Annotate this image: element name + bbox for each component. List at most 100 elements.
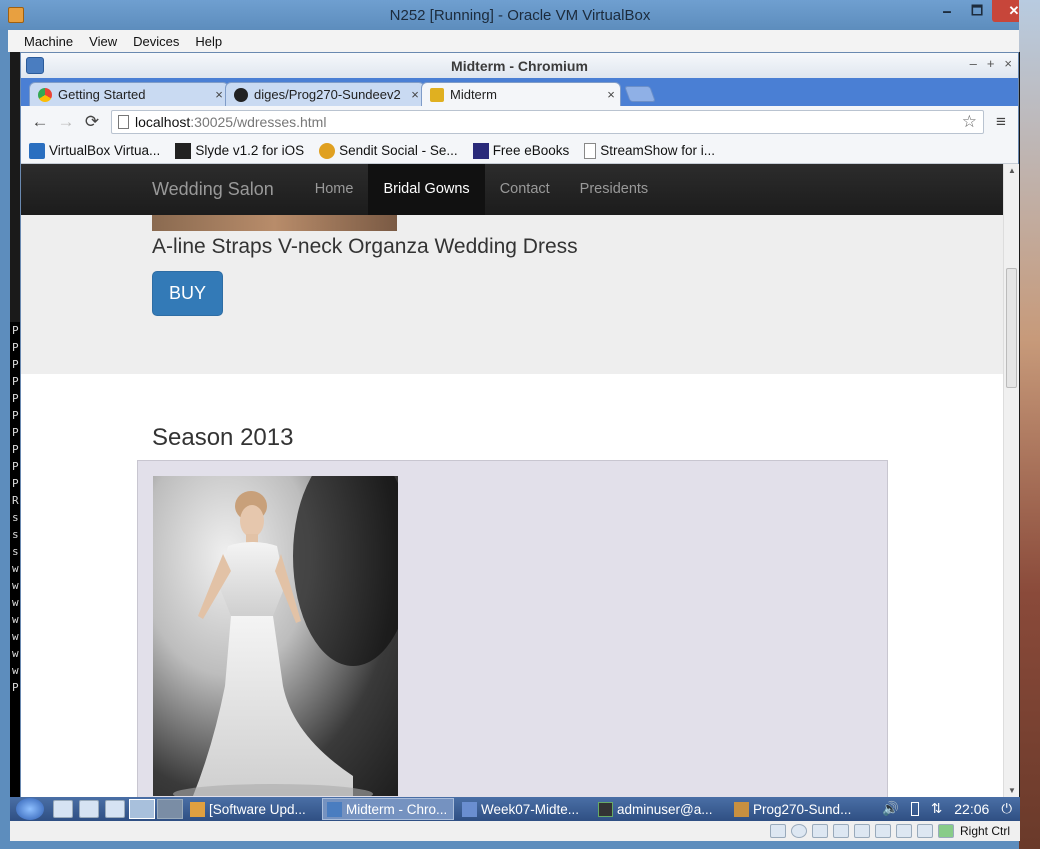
sendit-bookmark-icon [319, 142, 336, 159]
file-manager-icon[interactable] [53, 800, 73, 818]
task-prog270[interactable]: Prog270-Sund... [730, 798, 862, 820]
slyde-bookmark-icon [175, 142, 192, 159]
chromium-titlebar: Midterm - Chromium – + × [21, 53, 1018, 78]
page-scrollbar[interactable]: ▲ ▼ [1003, 164, 1019, 797]
chromium-window-title: Midterm - Chromium [451, 57, 588, 74]
menu-machine[interactable]: Machine [16, 34, 81, 49]
tab-getting-started[interactable]: Getting Started × [29, 82, 229, 106]
menu-help[interactable]: Help [187, 34, 230, 49]
volume-icon[interactable]: 🔊 [882, 801, 899, 817]
system-tray: 🔊 ⇅ 22:06 ⏻ [882, 801, 1020, 817]
workspace-1[interactable] [129, 799, 155, 819]
task-midterm-chromium[interactable]: Midterm - Chro... [322, 798, 454, 820]
address-bar[interactable]: localhost :30025/wdresses.html ☆ [111, 110, 984, 134]
scroll-down-icon[interactable]: ▼ [1004, 784, 1020, 797]
scroll-up-icon[interactable]: ▲ [1004, 164, 1020, 178]
power-icon[interactable]: ⏻ [1001, 801, 1012, 817]
back-button[interactable]: ← [27, 112, 53, 132]
featured-dress-image [152, 215, 397, 231]
bookmark-label: Free eBooks [492, 143, 570, 158]
tab-github[interactable]: diges/Prog270-Sundeev2 × [225, 82, 425, 106]
network-adapter-icon[interactable] [832, 824, 849, 838]
chrome-favicon-icon [38, 87, 52, 102]
vbox-status-bar: Right Ctrl [10, 821, 1020, 841]
chromium-window-controls: – + × [970, 56, 1012, 71]
bookmark-label: VirtualBox Virtua... [49, 143, 161, 158]
vbox-window-title: N252 [Running] - Oracle VM VirtualBox [389, 6, 651, 24]
chromium-maximize-button[interactable]: + [987, 56, 995, 71]
hard-disk-icon[interactable] [769, 824, 786, 838]
guest-screen: P P P P P P P P P P R s s s w w w w w w … [10, 52, 1020, 797]
mouse-integration-icon[interactable] [916, 824, 933, 838]
terminal-icon [598, 801, 613, 817]
nav-presidents[interactable]: Presidents [565, 164, 664, 215]
bookmark-label: Sendit Social - Se... [339, 143, 458, 158]
workspace-2[interactable] [157, 799, 183, 819]
bookmark-star-icon[interactable]: ☆ [962, 112, 977, 132]
page-viewport: Wedding Salon Home Bridal Gowns Contact … [21, 164, 1003, 797]
menu-devices[interactable]: Devices [125, 34, 187, 49]
featured-dress-section: A-line Straps V-neck Organza Wedding Dre… [21, 215, 1003, 374]
bookmark-slyde[interactable]: Slyde v1.2 for iOS [175, 142, 305, 159]
bookmark-label: Slyde v1.2 for iOS [195, 143, 305, 158]
task-label: Midterm - Chro... [346, 801, 448, 817]
bookmark-free-ebooks[interactable]: Free eBooks [472, 142, 570, 159]
tab-label: diges/Prog270-Sundeev2 [254, 87, 401, 102]
host-key-label: Right Ctrl [959, 824, 1010, 838]
tab-label: Midterm [450, 87, 497, 102]
show-desktop-icon[interactable] [105, 800, 125, 818]
optical-drive-icon[interactable] [790, 824, 807, 838]
chromium-minimize-button[interactable]: – [970, 56, 977, 71]
reload-button[interactable]: ⟳ [79, 112, 105, 132]
task-week07-folder[interactable]: Week07-Midte... [458, 798, 590, 820]
task-label: [Software Upd... [209, 801, 306, 817]
bookmark-streamshow[interactable]: StreamShow for i... [584, 142, 715, 159]
scroll-thumb[interactable] [1006, 268, 1017, 388]
bookmarks-bar: VirtualBox Virtua... Slyde v1.2 for iOS … [21, 138, 1018, 164]
task-label: Week07-Midte... [481, 801, 580, 817]
start-menu-button[interactable] [16, 798, 44, 820]
github-favicon-icon [234, 87, 248, 102]
menu-view[interactable]: View [81, 34, 125, 49]
season-gallery [137, 460, 888, 797]
vbox-minimize-button[interactable]: 🗕 [932, 0, 962, 22]
host-desktop-background [1019, 0, 1040, 849]
video-capture-icon[interactable] [895, 824, 912, 838]
package-icon [734, 801, 749, 817]
clock[interactable]: 22:06 [954, 801, 989, 817]
site-navbar: Wedding Salon Home Bridal Gowns Contact … [21, 164, 1003, 215]
site-brand[interactable]: Wedding Salon [152, 179, 274, 200]
forward-button[interactable]: → [53, 112, 79, 132]
task-software-updater[interactable]: [Software Upd... [186, 798, 318, 820]
tab-close-icon[interactable]: × [602, 87, 620, 102]
tabstrip: Getting Started × diges/Prog270-Sundeev2… [21, 78, 1018, 106]
buy-button[interactable]: BUY [152, 271, 223, 316]
virtualbox-bookmark-icon [29, 142, 45, 159]
nav-contact[interactable]: Contact [485, 164, 565, 215]
season-heading: Season 2013 [152, 424, 294, 451]
nav-bridal-gowns[interactable]: Bridal Gowns [368, 164, 485, 215]
bookmark-sendit[interactable]: Sendit Social - Se... [319, 142, 458, 159]
shared-folders-icon[interactable] [853, 824, 870, 838]
tab-midterm[interactable]: Midterm × [421, 82, 621, 106]
chromium-app-icon[interactable] [26, 57, 44, 74]
display-icon[interactable] [874, 824, 891, 838]
updater-icon [190, 801, 205, 817]
host-key-icon[interactable] [937, 824, 954, 838]
vbox-maximize-button[interactable]: 🗖 [962, 0, 992, 22]
new-tab-button[interactable] [624, 86, 656, 102]
url-path: :30025/wdresses.html [190, 114, 327, 130]
chromium-close-button[interactable]: × [1004, 56, 1012, 71]
vbox-menubar: Machine View Devices Help [8, 30, 1032, 52]
chrome-menu-button[interactable]: ≡ [990, 112, 1012, 132]
network-icon[interactable]: ⇅ [931, 801, 942, 817]
task-label: adminuser@a... [617, 801, 713, 817]
task-terminal[interactable]: adminuser@a... [594, 798, 726, 820]
settings-icon[interactable] [79, 800, 99, 818]
usb-icon[interactable] [811, 824, 828, 838]
dress-photo[interactable] [153, 476, 398, 796]
bookmark-virtualbox[interactable]: VirtualBox Virtua... [29, 142, 161, 159]
tab-label: Getting Started [58, 87, 146, 102]
battery-icon[interactable] [910, 802, 919, 816]
nav-home[interactable]: Home [300, 164, 369, 215]
